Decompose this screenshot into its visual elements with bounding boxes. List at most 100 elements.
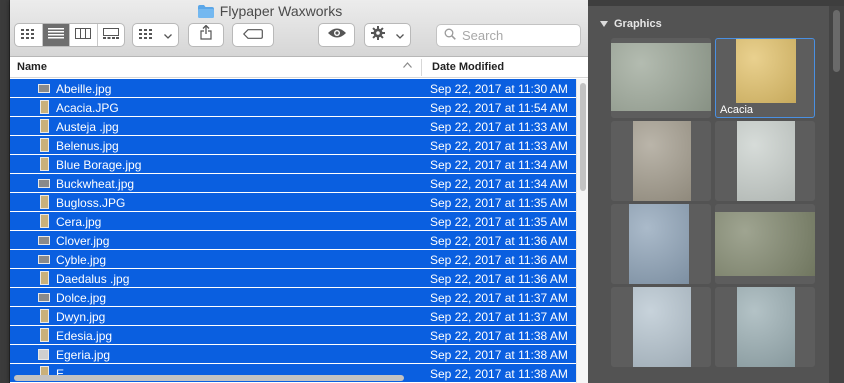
file-row[interactable]: Daedalus .jpg Sep 22, 2017 at 11:36 AM bbox=[10, 269, 576, 288]
panel-scrollbar[interactable] bbox=[829, 6, 844, 383]
file-row[interactable]: Belenus.jpg Sep 22, 2017 at 11:33 AM bbox=[10, 136, 576, 155]
columns-icon bbox=[75, 26, 92, 44]
file-date-modified: Sep 22, 2017 at 11:33 AM bbox=[430, 120, 568, 134]
graphic-thumbnail[interactable] bbox=[715, 121, 815, 201]
name-column-header[interactable]: Name bbox=[17, 61, 47, 73]
sort-ascending-icon bbox=[403, 60, 412, 71]
file-row[interactable]: Edesia.jpg Sep 22, 2017 at 11:38 AM bbox=[10, 326, 576, 345]
panel-scroll-thumb[interactable] bbox=[833, 10, 840, 72]
file-row[interactable]: Dwyn.jpg Sep 22, 2017 at 11:37 AM bbox=[10, 307, 576, 326]
texture-image bbox=[611, 43, 711, 111]
gallery-view-button[interactable] bbox=[98, 24, 125, 46]
chevron-down-icon bbox=[164, 26, 173, 44]
image-file-icon bbox=[38, 349, 49, 360]
image-file-icon bbox=[38, 84, 50, 93]
eye-icon bbox=[327, 26, 347, 44]
file-name: Daedalus .jpg bbox=[56, 272, 130, 286]
tags-button[interactable] bbox=[232, 23, 274, 47]
texture-image bbox=[629, 204, 689, 284]
texture-image bbox=[737, 121, 795, 201]
date-modified-column-header[interactable]: Date Modified bbox=[432, 61, 504, 73]
file-list: Abeille.jpg Sep 22, 2017 at 11:30 AM Acaci… bbox=[10, 79, 576, 383]
file-name: Acacia.JPG bbox=[56, 101, 119, 115]
texture-image bbox=[633, 121, 691, 201]
file-row[interactable]: Clover.jpg Sep 22, 2017 at 11:36 AM bbox=[10, 231, 576, 250]
graphic-thumbnail[interactable]: Acacia bbox=[715, 38, 815, 118]
file-row[interactable]: Austeja .jpg Sep 22, 2017 at 11:33 AM bbox=[10, 117, 576, 136]
image-file-icon bbox=[40, 138, 49, 152]
file-name: Edesia.jpg bbox=[56, 329, 113, 343]
window-title: Flypaper Waxworks bbox=[10, 2, 530, 20]
file-name: Abeille.jpg bbox=[56, 82, 112, 96]
graphic-thumbnail[interactable] bbox=[611, 121, 711, 201]
window-title-text: Flypaper Waxworks bbox=[219, 3, 343, 19]
grid-icon bbox=[21, 26, 35, 44]
list-view-button[interactable] bbox=[42, 24, 70, 46]
disclosure-triangle-icon[interactable] bbox=[600, 21, 608, 27]
image-file-icon bbox=[40, 195, 49, 209]
texture-image bbox=[737, 287, 795, 367]
column-divider[interactable] bbox=[421, 59, 422, 76]
file-row[interactable]: Cera.jpg Sep 22, 2017 at 11:35 AM bbox=[10, 212, 576, 231]
texture-image bbox=[736, 39, 796, 103]
file-row[interactable]: Bugloss.JPG Sep 22, 2017 at 11:35 AM bbox=[10, 193, 576, 212]
background-app-edge bbox=[0, 0, 10, 383]
texture-image bbox=[633, 287, 691, 367]
image-file-icon bbox=[40, 309, 49, 323]
file-name: Dwyn.jpg bbox=[56, 310, 106, 324]
file-name: Austeja .jpg bbox=[56, 120, 119, 134]
search-icon bbox=[444, 28, 456, 43]
file-date-modified: Sep 22, 2017 at 11:38 AM bbox=[430, 348, 568, 362]
graphic-thumbnail[interactable] bbox=[715, 204, 815, 284]
search-field[interactable]: Search bbox=[436, 24, 581, 47]
file-row[interactable]: Egeria.jpg Sep 22, 2017 at 11:38 AM bbox=[10, 345, 576, 364]
file-date-modified: Sep 22, 2017 at 11:36 AM bbox=[430, 234, 568, 248]
gear-icon bbox=[370, 25, 385, 45]
file-row[interactable]: Cyble.jpg Sep 22, 2017 at 11:36 AM bbox=[10, 250, 576, 269]
list-icon bbox=[47, 26, 64, 44]
image-file-icon bbox=[40, 100, 49, 114]
file-row[interactable]: Acacia.JPG Sep 22, 2017 at 11:54 AM bbox=[10, 98, 576, 117]
grid-icon bbox=[138, 26, 153, 44]
file-row[interactable]: Buckwheat.jpg Sep 22, 2017 at 11:34 AM bbox=[10, 174, 576, 193]
file-date-modified: Sep 22, 2017 at 11:34 AM bbox=[430, 177, 568, 191]
vertical-scroll-thumb[interactable] bbox=[580, 83, 586, 191]
file-date-modified: Sep 22, 2017 at 11:36 AM bbox=[430, 272, 568, 286]
file-row[interactable]: Dolce.jpg Sep 22, 2017 at 11:37 AM bbox=[10, 288, 576, 307]
chevron-down-icon bbox=[396, 26, 405, 44]
vertical-scrollbar[interactable] bbox=[576, 79, 588, 383]
share-icon bbox=[200, 24, 212, 45]
quick-look-button[interactable] bbox=[318, 23, 355, 47]
search-placeholder: Search bbox=[462, 28, 504, 43]
image-file-icon bbox=[40, 328, 49, 342]
file-date-modified: Sep 22, 2017 at 11:33 AM bbox=[430, 139, 568, 153]
column-header: Name Date Modified bbox=[10, 57, 588, 78]
file-name: Dolce.jpg bbox=[56, 291, 107, 305]
graphic-thumbnail[interactable] bbox=[611, 204, 711, 284]
folder-icon bbox=[197, 4, 214, 18]
file-row[interactable]: Blue Borage.jpg Sep 22, 2017 at 11:34 AM bbox=[10, 155, 576, 174]
share-button[interactable] bbox=[188, 23, 224, 47]
graphics-section-header[interactable]: Graphics bbox=[600, 18, 662, 30]
file-date-modified: Sep 22, 2017 at 11:36 AM bbox=[430, 253, 568, 267]
file-name: Cera.jpg bbox=[56, 215, 102, 229]
file-date-modified: Sep 22, 2017 at 11:37 AM bbox=[430, 291, 568, 305]
horizontal-scroll-thumb[interactable] bbox=[14, 375, 404, 381]
file-name: Cyble.jpg bbox=[56, 253, 107, 267]
view-mode-control[interactable] bbox=[14, 23, 125, 47]
texture-image bbox=[715, 212, 815, 276]
gallery-icon bbox=[102, 26, 119, 44]
action-menu-button[interactable] bbox=[364, 23, 411, 47]
group-by-button[interactable] bbox=[132, 23, 179, 47]
file-name: Bugloss.JPG bbox=[56, 196, 126, 210]
icon-view-button[interactable] bbox=[15, 24, 43, 46]
graphic-thumbnail[interactable] bbox=[611, 38, 711, 118]
column-view-button[interactable] bbox=[70, 24, 98, 46]
file-name: Egeria.jpg bbox=[56, 348, 111, 362]
file-row[interactable]: Abeille.jpg Sep 22, 2017 at 11:30 AM bbox=[10, 79, 576, 98]
file-date-modified: Sep 22, 2017 at 11:38 AM bbox=[430, 367, 568, 381]
graphic-thumbnail[interactable] bbox=[611, 287, 711, 367]
image-file-icon bbox=[40, 119, 49, 133]
graphic-thumbnail[interactable] bbox=[715, 287, 815, 367]
graphics-section-title: Graphics bbox=[614, 18, 662, 30]
